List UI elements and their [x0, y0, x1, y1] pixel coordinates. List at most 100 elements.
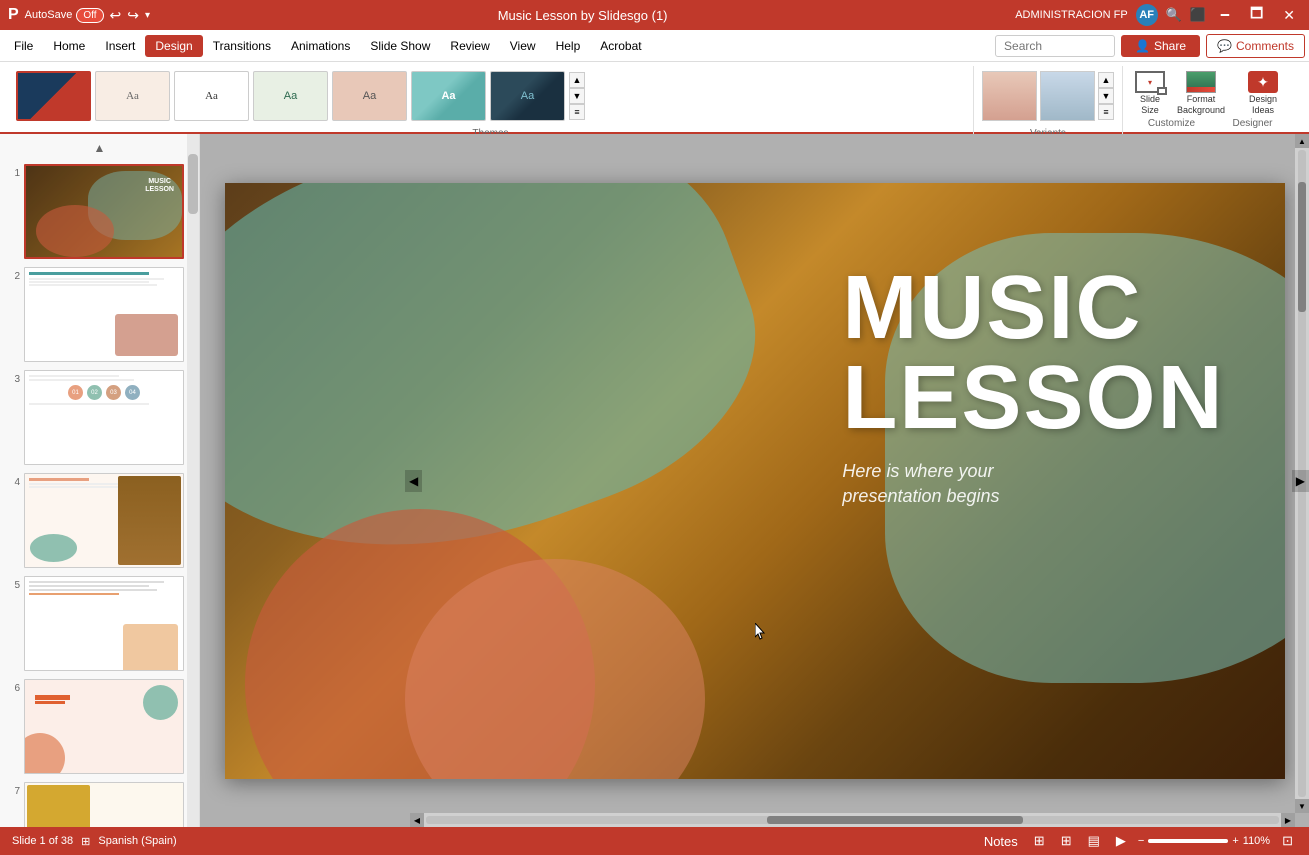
designer-label: Designer — [1212, 116, 1293, 133]
slides-scroll-up[interactable]: ▲ — [4, 138, 195, 158]
slide-title-line2: LESSON — [842, 353, 1224, 443]
slide-sorter-btn[interactable]: ⊞ — [1057, 831, 1076, 851]
search-input[interactable] — [995, 35, 1115, 57]
slide-5-thumb[interactable]: 5 — [4, 574, 195, 673]
slide-2-preview — [24, 267, 184, 362]
menu-file[interactable]: File — [4, 35, 43, 57]
menu-review[interactable]: Review — [440, 35, 499, 57]
v-scroll-thumb[interactable] — [1298, 182, 1306, 311]
slide-5-num: 5 — [6, 580, 20, 591]
menu-slideshow[interactable]: Slide Show — [360, 35, 440, 57]
slide-canvas[interactable]: MUSIC LESSON Here is where yourpresentat… — [225, 183, 1285, 779]
status-right: Notes ⊞ ⊞ ▤ ▶ − + 110% ⊡ — [980, 831, 1297, 851]
theme-2[interactable]: Aa — [95, 71, 170, 121]
status-bar: Slide 1 of 38 ⊞ Spanish (Spain) Notes ⊞ … — [0, 827, 1309, 855]
menu-help[interactable]: Help — [546, 35, 591, 57]
theme-3[interactable]: Aa — [174, 71, 249, 121]
reading-view-btn[interactable]: ▤ — [1084, 831, 1104, 851]
title-block[interactable]: MUSIC LESSON Here is where yourpresentat… — [842, 263, 1224, 509]
slide-4-thumb[interactable]: 4 — [4, 471, 195, 570]
format-background-button[interactable]: FormatBackground — [1173, 69, 1229, 118]
slides-scrollbar[interactable] — [187, 134, 199, 827]
qat-menu[interactable]: ▾ — [145, 10, 150, 21]
slide-5-preview — [24, 576, 184, 671]
menu-view[interactable]: View — [500, 35, 546, 57]
slide-3-num: 3 — [6, 374, 20, 385]
title-bar: P AutoSave Off ↩ ↪ ▾ Music Lesson by Sli… — [0, 0, 1309, 30]
theme-1[interactable] — [16, 71, 91, 121]
h-scroll-right[interactable]: ▶ — [1281, 813, 1295, 827]
status-left: Slide 1 of 38 ⊞ Spanish (Spain) — [12, 835, 177, 848]
search-btn[interactable]: 🔍 — [1166, 7, 1182, 23]
slide-1-thumb[interactable]: 1 MUSIC LESSON — [4, 162, 195, 261]
design-ideas-button[interactable]: ✦ DesignIdeas — [1233, 69, 1293, 118]
variants-more[interactable]: ≡ — [1098, 104, 1114, 120]
comments-button[interactable]: 💬 Comments — [1206, 34, 1305, 58]
close-btn[interactable]: ✕ — [1277, 7, 1301, 24]
autosave-toggle[interactable]: Off — [76, 8, 103, 23]
variants-scroll: ▲ ▼ ≡ — [1098, 69, 1114, 123]
menu-acrobat[interactable]: Acrobat — [590, 35, 651, 57]
variant-2[interactable] — [1040, 71, 1095, 121]
zoom-level: 110% — [1243, 835, 1270, 847]
zoom-out-btn[interactable]: − — [1138, 835, 1144, 847]
variant-1[interactable] — [982, 71, 1037, 121]
h-scroll-thumb[interactable] — [767, 816, 1023, 824]
v-scroll-down[interactable]: ▼ — [1295, 799, 1309, 813]
slide-2-thumb[interactable]: 2 — [4, 265, 195, 364]
normal-view-btn[interactable]: ⊞ — [1030, 831, 1049, 851]
minimize-btn[interactable]: 🗕 — [1214, 3, 1236, 27]
theme-6[interactable]: Aa — [411, 71, 486, 121]
slide-title-line1: MUSIC — [842, 263, 1224, 353]
share-button[interactable]: 👤 Share — [1121, 35, 1200, 57]
comments-icon: 💬 — [1217, 39, 1232, 53]
admin-text: ADMINISTRACION FP — [1015, 9, 1127, 21]
theme-5[interactable]: Aa — [332, 71, 407, 121]
themes-scroll-down[interactable]: ▼ — [569, 88, 585, 104]
slide-2-num: 2 — [6, 271, 20, 282]
slide-6-thumb[interactable]: 6 — [4, 677, 195, 776]
slides-scroll-thumb[interactable] — [188, 154, 198, 214]
theme-7[interactable]: Aa — [490, 71, 565, 121]
maximize-btn[interactable]: 🗖 — [1244, 3, 1269, 27]
slide-7-thumb[interactable]: 7 — [4, 780, 195, 827]
mouse-cursor — [755, 623, 767, 641]
autosave-label: AutoSave — [25, 9, 73, 21]
canvas-right-nav[interactable]: ▶ — [1292, 470, 1309, 492]
theme-4[interactable]: Aa — [253, 71, 328, 121]
menu-insert[interactable]: Insert — [95, 35, 145, 57]
variants-scroll-down[interactable]: ▼ — [1098, 88, 1114, 104]
zoom-area: − + 110% — [1138, 835, 1270, 847]
slide-size-button[interactable]: ▾ SlideSize — [1131, 69, 1169, 118]
notes-button[interactable]: Notes — [980, 832, 1022, 851]
slide-6-preview — [24, 679, 184, 774]
h-scrollbar[interactable]: ◀ ▶ — [410, 813, 1295, 827]
zoom-in-btn[interactable]: + — [1232, 835, 1238, 847]
slide-7-num: 7 — [6, 786, 20, 797]
title-bar-right: ADMINISTRACION FP AF 🔍 ⬛ 🗕 🗖 ✕ — [1015, 3, 1301, 27]
themes-scroll-up[interactable]: ▲ — [569, 72, 585, 88]
menu-transitions[interactable]: Transitions — [203, 35, 281, 57]
menu-design[interactable]: Design — [145, 35, 202, 57]
v-scroll-up[interactable]: ▲ — [1295, 134, 1309, 148]
canvas-area: ◀ MUSIC LESSON Here is where yourpresent… — [200, 134, 1309, 827]
menu-animations[interactable]: Animations — [281, 35, 360, 57]
canvas-left-nav[interactable]: ◀ — [405, 470, 422, 492]
themes-more[interactable]: ≡ — [569, 104, 585, 120]
redo-btn[interactable]: ↪ — [127, 7, 139, 24]
slide-4-preview — [24, 473, 184, 568]
ribbon-display-btn[interactable]: ⬛ — [1190, 7, 1206, 23]
slide-1-num: 1 — [6, 168, 20, 179]
h-scroll-left[interactable]: ◀ — [410, 813, 424, 827]
app-logo: P — [8, 6, 19, 24]
fit-window-btn[interactable]: ⊡ — [1278, 831, 1297, 851]
zoom-slider[interactable] — [1148, 839, 1228, 843]
user-avatar[interactable]: AF — [1136, 4, 1158, 26]
menu-home[interactable]: Home — [43, 35, 95, 57]
accessibility-icon[interactable]: ⊞ — [81, 835, 90, 848]
undo-btn[interactable]: ↩ — [110, 7, 122, 24]
slideshow-btn[interactable]: ▶ — [1112, 831, 1130, 851]
slide-panel: ▲ 1 MUSIC LESSON 2 — [0, 134, 200, 827]
variants-scroll-up[interactable]: ▲ — [1098, 72, 1114, 88]
slide-3-thumb[interactable]: 3 01 02 03 04 — [4, 368, 195, 467]
